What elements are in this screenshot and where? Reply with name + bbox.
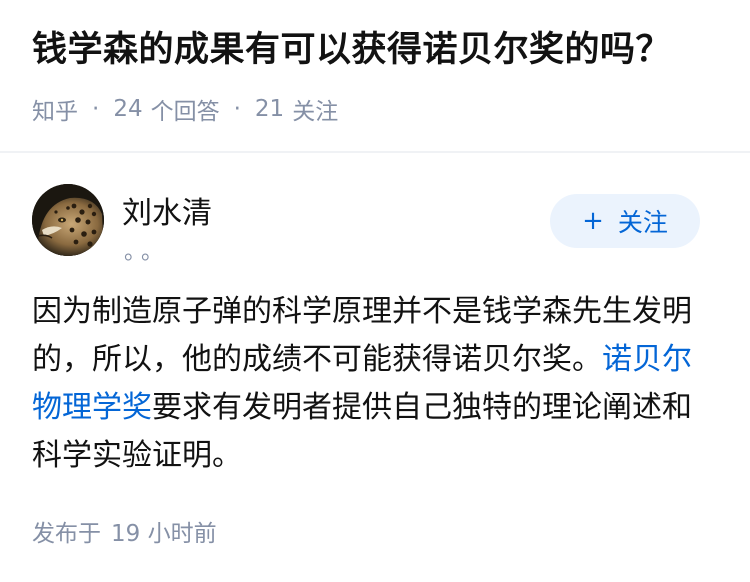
answer-text: 因为制造原子弹的科学原理并不是钱学森先生发明的，所以，他的成绩不可能获得诺贝尔奖…	[32, 294, 692, 377]
publish-time: 发布于 19 小时前	[32, 514, 217, 548]
question-header: 钱学森的成果有可以获得诺贝尔奖的吗？ 知乎 · 24 个回答 · 21 关注	[32, 28, 722, 126]
author-row: 刘水清 。。 + 关注	[32, 184, 700, 265]
leopard-avatar[interactable]	[32, 184, 104, 256]
plus-icon: +	[582, 206, 604, 236]
source-label[interactable]: 知乎	[32, 92, 78, 126]
author-bio: 。。	[124, 240, 170, 265]
author-name[interactable]: 刘水清	[122, 188, 212, 232]
publish-label: 发布于	[32, 521, 101, 547]
follower-count-label: 关注	[292, 98, 339, 125]
publish-time-value: 19 小时前	[111, 521, 217, 547]
question-title[interactable]: 钱学森的成果有可以获得诺贝尔奖的吗？	[32, 28, 722, 74]
meta-separator: ·	[92, 95, 100, 122]
answer-content: 因为制造原子弹的科学原理并不是钱学森先生发明的，所以，他的成绩不可能获得诺贝尔奖…	[32, 288, 702, 480]
meta-separator: ·	[233, 95, 241, 122]
follow-button[interactable]: + 关注	[550, 194, 700, 248]
question-meta: 知乎 · 24 个回答 · 21 关注	[32, 92, 722, 126]
section-divider	[0, 151, 750, 153]
follow-button-label: 关注	[617, 208, 668, 237]
follower-count: 21	[254, 95, 285, 122]
answer-count-label: 个回答	[150, 98, 220, 125]
answer-count: 24	[113, 95, 143, 122]
